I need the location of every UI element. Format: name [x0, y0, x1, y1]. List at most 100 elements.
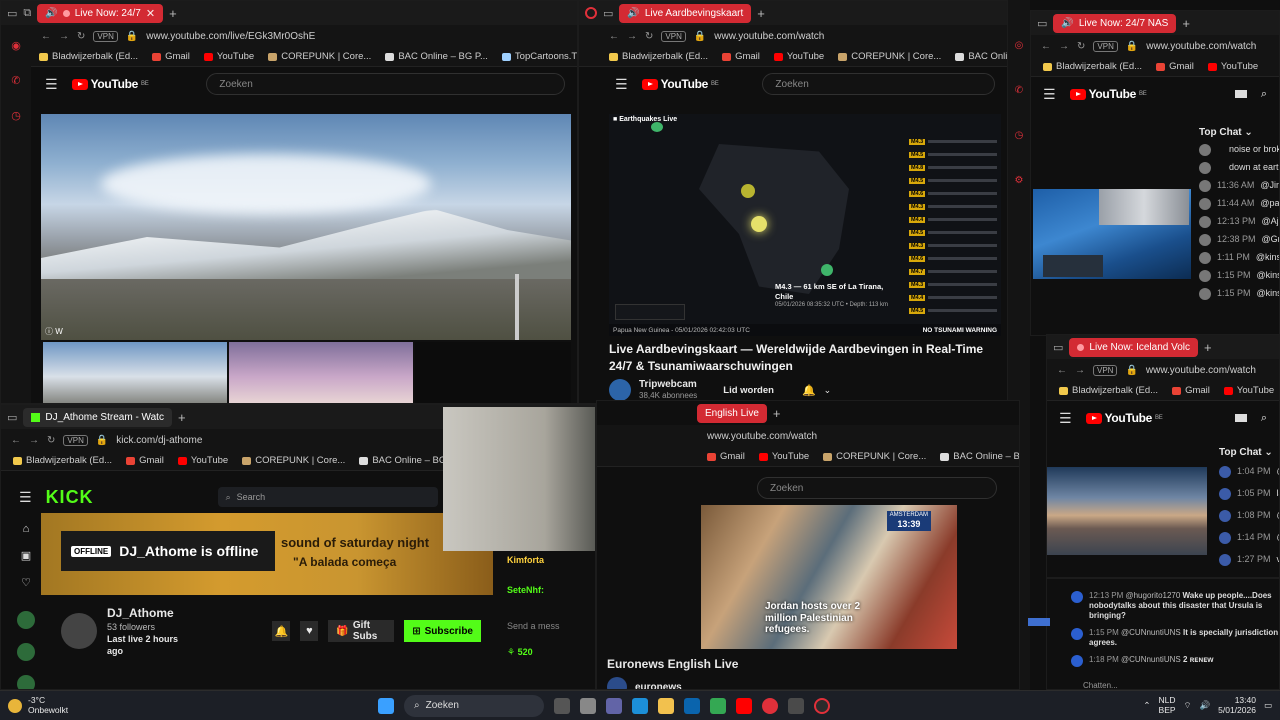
forward-icon[interactable]: →: [29, 435, 39, 446]
weather-widget[interactable]: -3°C Onbewolkt: [8, 695, 368, 715]
subscribe-button[interactable]: ⊞ Subscribe: [404, 620, 481, 643]
reload-icon[interactable]: ↻: [77, 31, 85, 42]
bookmark-gmail[interactable]: Gmail: [126, 455, 164, 466]
tab-active[interactable]: Live Now: Iceland Volc: [1069, 337, 1199, 357]
chat-user[interactable]: @Jim: [1260, 180, 1279, 190]
vpn-badge[interactable]: VPN: [1093, 364, 1118, 376]
tab-active[interactable]: 🔊 Live Now: 24/7 NAS: [1053, 13, 1177, 33]
bookmark-gmail[interactable]: Gmail: [1172, 385, 1210, 396]
bookmark-gmail[interactable]: Gmail: [707, 451, 745, 462]
followed-avatar-2[interactable]: [17, 643, 35, 661]
chat-avatar[interactable]: [1199, 252, 1211, 264]
history-icon[interactable]: ◷: [1015, 130, 1024, 141]
bookmark-bac[interactable]: BAC Online – BG P...: [955, 51, 1007, 62]
magnitude-entry[interactable]: M4.3: [909, 201, 997, 212]
chat-avatar[interactable]: [1219, 532, 1231, 544]
opera-gx-icon[interactable]: [814, 697, 830, 714]
teams-icon[interactable]: [606, 697, 622, 714]
store-icon[interactable]: [580, 697, 596, 714]
chat-input[interactable]: Chatten...: [1083, 681, 1118, 689]
heart-button[interactable]: ♥: [300, 621, 319, 642]
tab-switch-icon[interactable]: ⧉: [23, 7, 31, 20]
windows-start-icon[interactable]: [378, 697, 394, 714]
youtube-logo[interactable]: YouTube BE: [1085, 411, 1163, 425]
bell-button[interactable]: 🔔: [272, 621, 291, 642]
vpn-badge[interactable]: VPN: [1093, 40, 1118, 52]
chat-avatar[interactable]: [1071, 655, 1083, 667]
youtube-logo[interactable]: YouTube BE: [71, 77, 149, 91]
bookmark-folder[interactable]: Bladwijzerbalk (Ed...: [39, 51, 138, 62]
bookmark-gmail[interactable]: Gmail: [1156, 61, 1194, 72]
tab-active[interactable]: 🔊 Live Aardbevingskaart: [619, 3, 752, 23]
video-player-iceland[interactable]: [1047, 467, 1207, 555]
quake-marker-1[interactable]: [651, 122, 663, 132]
bookmark-gmail[interactable]: Gmail: [152, 51, 190, 62]
reload-icon[interactable]: ↻: [645, 31, 653, 42]
back-icon[interactable]: ←: [41, 31, 51, 42]
taskbar-search[interactable]: ⌕ Zoeken: [404, 694, 544, 717]
magnitude-entry[interactable]: M4.5: [909, 149, 997, 160]
url-field[interactable]: www.youtube.com/watch: [707, 431, 817, 442]
join-button[interactable]: Lid worden: [723, 385, 774, 396]
menu-icon[interactable]: ☰: [19, 489, 32, 506]
search-input[interactable]: Zoeken: [762, 73, 995, 95]
clock[interactable]: 13:40 5/01/2026: [1218, 695, 1256, 715]
url-field[interactable]: www.youtube.com/watch: [1146, 365, 1256, 376]
forward-icon[interactable]: →: [1059, 41, 1069, 52]
chat-avatar[interactable]: [1199, 288, 1211, 300]
tab-menu-icon[interactable]: ▭: [7, 411, 17, 424]
speaker-icon[interactable]: 🔊: [45, 8, 57, 19]
url-field[interactable]: kick.com/dj-athome: [116, 435, 202, 446]
chat-avatar[interactable]: [1071, 591, 1083, 603]
browse-icon[interactable]: ▣: [21, 549, 31, 562]
channel-avatar[interactable]: [609, 379, 631, 401]
chat-user[interactable]: @kinsl: [1257, 270, 1279, 280]
tab-menu-icon[interactable]: ▭: [7, 7, 17, 20]
bookmark-folder[interactable]: Bladwijzerbalk (Ed...: [609, 51, 708, 62]
magnitude-entry[interactable]: M4.3: [909, 136, 997, 147]
calculator-icon[interactable]: [788, 697, 804, 714]
opera-icon[interactable]: ◎: [1015, 40, 1024, 51]
quake-marker-4[interactable]: [821, 264, 833, 276]
chat-avatar[interactable]: [1219, 488, 1231, 500]
chat-user[interactable]: @Ajay: [1262, 216, 1279, 226]
settings-icon[interactable]: ⚙: [1015, 175, 1024, 186]
video-player-volcano[interactable]: ⓘ W: [41, 114, 571, 340]
volume-icon[interactable]: 🔊: [1200, 700, 1211, 711]
webcam-overlay[interactable]: [443, 407, 595, 551]
new-tab-button[interactable]: +: [1204, 340, 1212, 355]
search-icon[interactable]: ⌕: [1261, 88, 1267, 101]
magnitude-entry[interactable]: M4.5: [909, 227, 997, 238]
new-tab-button[interactable]: +: [757, 6, 765, 21]
vpn-badge[interactable]: VPN: [93, 30, 118, 42]
magnitude-entry[interactable]: M4.4: [909, 292, 997, 303]
magnitude-entry[interactable]: M4.7: [909, 266, 997, 277]
bookmark-corepunk[interactable]: COREPUNK | Core...: [268, 51, 371, 62]
magnitude-entry[interactable]: M4.8: [909, 162, 997, 173]
magnitude-entry[interactable]: M4.5: [909, 175, 997, 186]
bookmark-corepunk[interactable]: COREPUNK | Core...: [823, 451, 926, 462]
magnitude-entry[interactable]: M4.5: [909, 305, 997, 316]
gift-subs-button[interactable]: 🎁 Gift Subs: [328, 620, 395, 643]
magnitude-entry[interactable]: M4.3: [909, 240, 997, 251]
reload-icon[interactable]: ↻: [47, 435, 55, 446]
vpn-badge[interactable]: VPN: [63, 434, 88, 446]
bookmark-topcartoons[interactable]: TopCartoons.TV:...: [501, 51, 577, 62]
chat-user[interactable]: @hugorito1270: [1125, 591, 1180, 600]
bookmark-folder[interactable]: Bladwijzerbalk (Ed...: [13, 455, 112, 466]
reload-icon[interactable]: ↻: [1077, 41, 1085, 52]
video-player-earthquake-map[interactable]: ■ Earthquakes Live M4.3 — 61 km SE of La…: [609, 114, 1001, 336]
close-tab-icon[interactable]: ✕: [146, 7, 155, 20]
bookmark-folder[interactable]: Bladwijzerbalk (Ed...: [1043, 61, 1142, 72]
chat-user[interactable]: @Gre: [1262, 234, 1279, 244]
thumbnail-3[interactable]: [415, 342, 571, 403]
chrome-icon[interactable]: [710, 697, 726, 714]
bookmark-folder[interactable]: Bladwijzerbalk (Ed...: [1059, 385, 1158, 396]
url-field[interactable]: www.youtube.com/watch: [714, 31, 824, 42]
language-indicator[interactable]: NLD BEP: [1159, 695, 1176, 715]
url-field[interactable]: www.youtube.com/live/EGk3Mr0OshE: [146, 31, 315, 42]
forward-icon[interactable]: →: [627, 31, 637, 42]
wifi-icon[interactable]: ⌔: [1184, 700, 1192, 711]
channel-avatar[interactable]: [607, 677, 627, 689]
send-message-input[interactable]: Send a mess: [507, 621, 595, 631]
